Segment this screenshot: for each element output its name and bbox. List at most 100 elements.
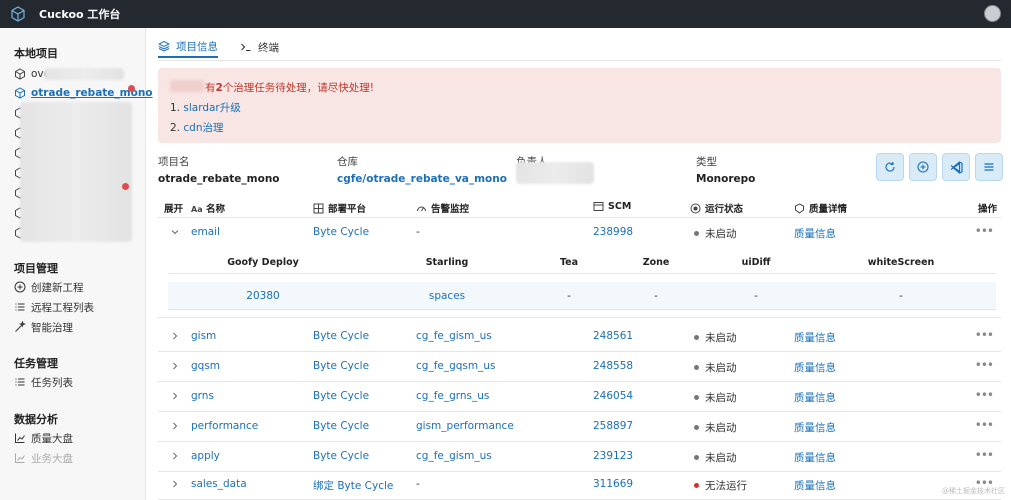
row-quality[interactable]: 质量信息	[794, 390, 836, 405]
row-scm[interactable]: 248558	[593, 360, 633, 372]
table-row[interactable]: performance Byte Cycle gism_performance …	[158, 412, 1001, 442]
sidebar-item-business-dashboard[interactable]: 业务大盘	[14, 450, 73, 466]
row-scm[interactable]: 246054	[593, 390, 633, 402]
row-deploy[interactable]: Byte Cycle	[313, 330, 369, 342]
alert-task-link[interactable]: 2. cdn治理	[170, 120, 223, 135]
expanded-detail: Goofy Deploy Starling Tea Zone uiDiff wh…	[158, 246, 1001, 318]
sub-tea-value: -	[567, 290, 571, 302]
more-icon[interactable]: •••	[975, 448, 994, 462]
alert-task-link[interactable]: 1. slardar升级	[170, 100, 241, 115]
sidebar-item-label: 任务列表	[31, 376, 73, 389]
row-scm[interactable]: 238998	[593, 226, 633, 238]
table-row[interactable]: sales_data 绑定 Byte Cycle - 311669 无法运行 质…	[158, 470, 1001, 500]
more-icon[interactable]: •••	[975, 328, 994, 342]
list-icon	[15, 303, 25, 311]
more-icon[interactable]: •••	[975, 224, 994, 238]
chevron-right-icon[interactable]	[170, 451, 180, 461]
open-vscode-button[interactable]	[942, 153, 970, 181]
row-deploy[interactable]: Byte Cycle	[313, 450, 369, 462]
sidebar-item-create-project[interactable]: 创建新工程	[14, 279, 84, 295]
tab-project-info[interactable]: 项目信息	[158, 36, 218, 58]
sub-col-starling: Starling	[425, 257, 469, 268]
row-quality[interactable]: 质量信息	[794, 360, 836, 375]
row-quality[interactable]: 质量信息	[794, 420, 836, 435]
vscode-icon	[950, 160, 963, 174]
row-alarm: -	[416, 226, 420, 238]
row-deploy[interactable]: Byte Cycle	[313, 390, 369, 402]
redacted-text	[44, 68, 124, 80]
row-quality[interactable]: 质量信息	[794, 478, 836, 493]
row-scm[interactable]: 258897	[593, 420, 633, 432]
add-button[interactable]	[909, 153, 937, 181]
sub-table-row: 20380 spaces - - - -	[168, 282, 996, 310]
row-alarm[interactable]: cg_fe_gism_us	[416, 330, 492, 342]
refresh-icon	[885, 162, 895, 172]
row-name[interactable]: grns	[191, 390, 214, 402]
row-alarm[interactable]: cg_fe_gism_us	[416, 450, 492, 462]
row-quality[interactable]: 质量信息	[794, 226, 836, 241]
magic-wand-icon	[15, 321, 26, 332]
col-status: 运行状态	[690, 201, 743, 215]
record-icon	[690, 203, 701, 213]
sidebar-item-remote-list[interactable]: 远程工程列表	[14, 299, 94, 315]
row-name[interactable]: performance	[191, 420, 258, 432]
info-label: 类型	[696, 156, 717, 168]
table-row[interactable]: gism Byte Cycle cg_fe_gism_us 248561 未启动…	[158, 322, 1001, 352]
chart-icon	[15, 433, 25, 443]
table-row[interactable]: grns Byte Cycle cg_fe_grns_us 246054 未启动…	[158, 382, 1001, 412]
status-dot	[694, 365, 699, 370]
svg-text:Aa: Aa	[191, 205, 202, 214]
menu-button[interactable]	[975, 153, 1003, 181]
chevron-down-icon[interactable]	[170, 227, 180, 237]
more-icon[interactable]: •••	[975, 418, 994, 432]
sub-starling-link[interactable]: spaces	[429, 290, 465, 302]
sub-whitescreen-value: -	[899, 290, 903, 302]
sidebar-item-label: 质量大盘	[31, 432, 73, 445]
row-deploy[interactable]: Byte Cycle	[313, 226, 369, 238]
row-name[interactable]: apply	[191, 450, 220, 462]
table-row[interactable]: email Byte Cycle - 238998 未启动 质量信息 •••	[158, 218, 1001, 248]
status-dot	[694, 425, 699, 430]
row-name[interactable]: sales_data	[191, 478, 247, 490]
sidebar-item-quality-dashboard[interactable]: 质量大盘	[14, 430, 73, 446]
row-quality[interactable]: 质量信息	[794, 450, 836, 465]
row-name[interactable]: email	[191, 226, 220, 238]
sidebar-item-task-list[interactable]: 任务列表	[14, 374, 73, 390]
more-icon[interactable]: •••	[975, 388, 994, 402]
table-row[interactable]: gqsm Byte Cycle cg_fe_gqsm_us 248558 未启动…	[158, 352, 1001, 382]
row-scm[interactable]: 248561	[593, 330, 633, 342]
row-alarm[interactable]: gism_performance	[416, 420, 514, 432]
tab-label: 终端	[258, 41, 279, 54]
row-name[interactable]: gism	[191, 330, 216, 342]
badge-icon	[795, 202, 804, 214]
table-row[interactable]: apply Byte Cycle cg_fe_gism_us 239123 未启…	[158, 442, 1001, 472]
row-deploy[interactable]: Byte Cycle	[313, 360, 369, 372]
tab-terminal[interactable]: 终端	[240, 36, 279, 58]
refresh-button[interactable]	[876, 153, 904, 181]
row-deploy[interactable]: Byte Cycle	[313, 420, 369, 432]
info-label: 项目名	[158, 156, 190, 168]
row-status: 未启动	[694, 390, 737, 405]
grid-icon	[313, 203, 324, 213]
avatar[interactable]	[984, 5, 1001, 22]
chevron-right-icon[interactable]	[170, 421, 180, 431]
row-alarm[interactable]: cg_fe_gqsm_us	[416, 360, 496, 372]
row-scm[interactable]: 311669	[593, 478, 633, 490]
more-icon[interactable]: •••	[975, 358, 994, 372]
status-dot	[694, 483, 699, 488]
row-deploy[interactable]: 绑定 Byte Cycle	[313, 478, 393, 493]
row-name[interactable]: gqsm	[191, 360, 220, 372]
sub-goofy-link[interactable]: 20380	[246, 290, 279, 302]
col-scm: SCM	[593, 201, 631, 212]
chevron-right-icon[interactable]	[170, 479, 180, 489]
repo-link[interactable]: cgfe/otrade_rebate_va_mono	[337, 173, 507, 185]
col-quality: 质量详情	[794, 201, 847, 215]
governance-alert: 有2个治理任务待处理，请尽快处理! 1. slardar升级 2. cdn治理	[158, 68, 1001, 143]
chevron-right-icon[interactable]	[170, 361, 180, 371]
row-quality[interactable]: 质量信息	[794, 330, 836, 345]
row-scm[interactable]: 239123	[593, 450, 633, 462]
chevron-right-icon[interactable]	[170, 331, 180, 341]
chevron-right-icon[interactable]	[170, 391, 180, 401]
sidebar-item-governance[interactable]: 智能治理	[14, 319, 73, 335]
row-alarm[interactable]: cg_fe_grns_us	[416, 390, 489, 402]
